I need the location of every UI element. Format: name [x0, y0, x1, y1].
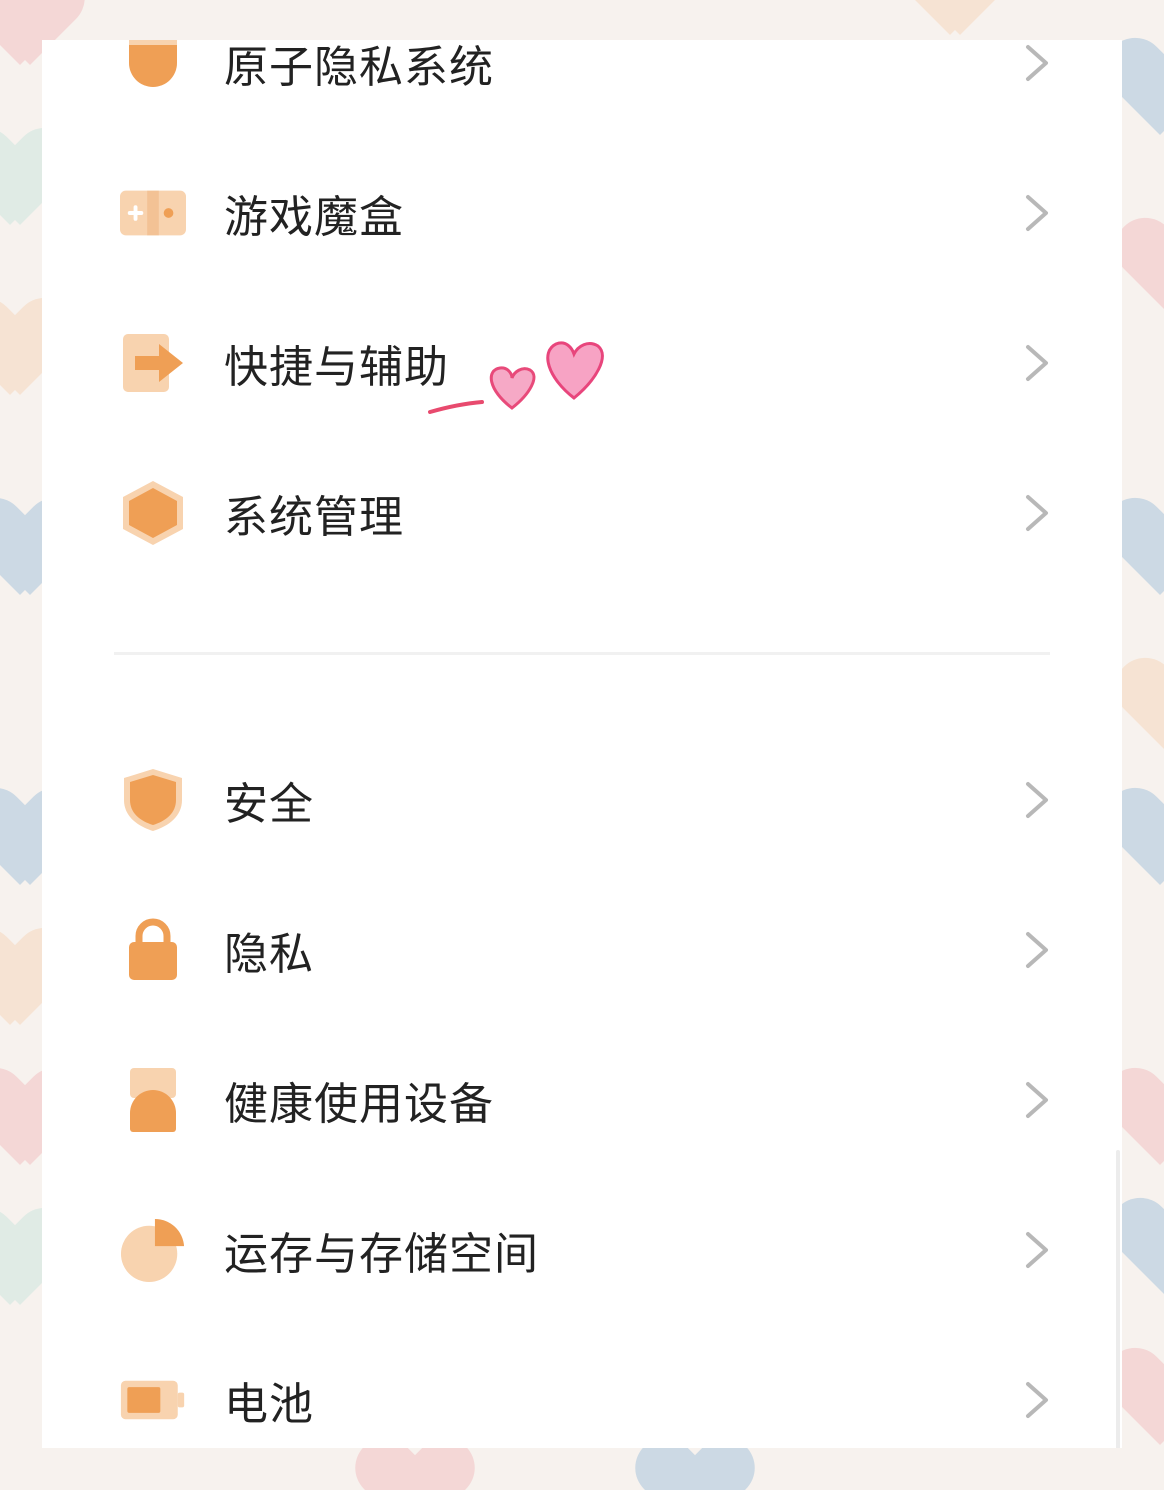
settings-item-label: 快捷与辅助	[224, 342, 449, 393]
settings-item-label: 系统管理	[224, 492, 404, 543]
settings-list: 原子隐私系统 游戏魔盒 快捷与辅助 系统管理 安全 隐私 健康使用设备 运存与存…	[42, 40, 1122, 1448]
battery-icon	[120, 1367, 186, 1433]
chevron-right-icon	[1026, 495, 1048, 531]
chevron-right-icon	[1026, 932, 1048, 968]
settings-item-label: 安全	[224, 779, 314, 830]
scrollbar[interactable]	[1116, 1150, 1120, 1448]
shield-icon	[120, 767, 186, 833]
atomic-privacy-icon	[120, 40, 186, 96]
settings-item-label: 运存与存储空间	[224, 1229, 539, 1280]
settings-item-privacy[interactable]: 隐私	[42, 890, 1122, 1010]
chevron-right-icon	[1026, 345, 1048, 381]
chevron-right-icon	[1026, 782, 1048, 818]
settings-item-label: 隐私	[224, 929, 314, 980]
chevron-right-icon	[1026, 1232, 1048, 1268]
lock-icon	[120, 917, 186, 983]
settings-item-label: 电池	[224, 1379, 314, 1430]
settings-item-battery[interactable]: 电池	[42, 1340, 1122, 1448]
settings-item-ram-storage[interactable]: 运存与存储空间	[42, 1190, 1122, 1310]
settings-item-label: 健康使用设备	[224, 1079, 494, 1130]
settings-item-label: 原子隐私系统	[224, 42, 494, 93]
digital-wellbeing-icon	[120, 1067, 186, 1133]
chevron-right-icon	[1026, 1082, 1048, 1118]
system-management-icon	[120, 480, 186, 546]
shortcut-assist-icon	[120, 330, 186, 396]
settings-item-digital-wellbeing[interactable]: 健康使用设备	[42, 1040, 1122, 1160]
settings-item-label: 游戏魔盒	[224, 192, 404, 243]
game-box-icon	[120, 180, 186, 246]
settings-item-game-box[interactable]: 游戏魔盒	[42, 153, 1122, 273]
chevron-right-icon	[1026, 45, 1048, 81]
pie-storage-icon	[120, 1217, 186, 1283]
heart-doodle-sticker	[428, 341, 604, 414]
chevron-right-icon	[1026, 195, 1048, 231]
section-divider	[114, 652, 1050, 655]
settings-item-security[interactable]: 安全	[42, 740, 1122, 860]
settings-item-system-management[interactable]: 系统管理	[42, 453, 1122, 573]
settings-item-atomic-privacy[interactable]: 原子隐私系统	[42, 40, 1122, 123]
chevron-right-icon	[1026, 1382, 1048, 1418]
